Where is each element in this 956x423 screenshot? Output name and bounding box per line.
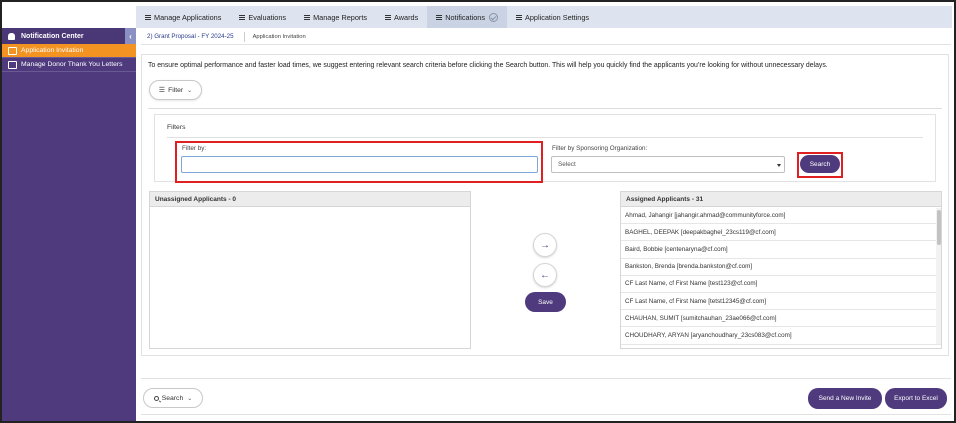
top-nav: Manage Applications Evaluations Manage R…	[136, 6, 952, 28]
divider	[167, 137, 923, 138]
nav-label: Awards	[394, 12, 419, 22]
sidebar-title: Notification Center	[21, 32, 84, 40]
check-circle-icon	[488, 12, 498, 22]
menu-icon	[515, 14, 522, 21]
chevron-down-icon: ⌄	[187, 395, 193, 402]
sidebar-item-donor-letters[interactable]: Manage Donor Thank You Letters	[2, 58, 136, 72]
nav-awards[interactable]: Awards	[376, 6, 427, 28]
unassigned-title: Unassigned Applicants - 0	[150, 192, 470, 207]
menu-icon	[304, 14, 311, 21]
bottom-search-button[interactable]: Search ⌄	[143, 388, 203, 408]
sidebar-header: Notification Center ‹	[2, 28, 136, 44]
list-item[interactable]: Bankston, Brenda [brenda.bankston@cf.com…	[621, 259, 941, 276]
org-filter-label: Filter by Sponsoring Organization:	[552, 145, 648, 152]
unassigned-panel: Unassigned Applicants - 0	[149, 191, 471, 349]
nav-label: Notifications	[445, 12, 485, 22]
sidebar: Notification Center ‹ Application Invita…	[2, 28, 136, 421]
nav-manage-reports[interactable]: Manage Reports	[295, 6, 376, 28]
list-item[interactable]: BAGHEL, DEEPAK [deepakbaghel_23cs119@cf.…	[621, 224, 941, 242]
search-icon	[153, 395, 159, 401]
assigned-title: Assigned Applicants - 31	[621, 192, 941, 207]
list-item[interactable]: CF Last Name, cf First Name [tetst12345@…	[621, 293, 941, 311]
sidebar-item-application-invitation[interactable]: Application Invitation	[2, 44, 136, 58]
filters-title: Filters	[167, 124, 186, 131]
nav-label: Application Settings	[524, 12, 590, 22]
list-item[interactable]: CHOUDHARY, ARYAN [aryanchoudhary_23cs083…	[621, 327, 941, 345]
nav-manage-applications[interactable]: Manage Applications	[136, 6, 230, 28]
send-new-invite-button[interactable]: Send a New Invite	[808, 388, 882, 409]
list-item[interactable]: Ahmad, Jahangir [jahangir.ahmad@communit…	[621, 207, 941, 225]
nav-application-settings[interactable]: Application Settings	[507, 6, 598, 28]
nav-label: Evaluations	[248, 12, 287, 22]
breadcrumb-divider	[243, 31, 245, 42]
org-select-value: Select	[558, 161, 576, 168]
list-item[interactable]: CHAUHAN, SUMIT [sumitchauhan_23ae066@cf.…	[621, 310, 941, 328]
nav-evaluations[interactable]: Evaluations	[230, 6, 295, 28]
list-item[interactable]: Baird, Bobbie [centenaryna@cf.com]	[621, 241, 941, 259]
performance-notice: To ensure optimal performance and faster…	[148, 62, 828, 69]
divider	[141, 378, 951, 379]
chevron-down-icon: ⌄	[187, 87, 193, 94]
assigned-panel: Assigned Applicants - 31 Ahmad, Jahangir…	[620, 191, 942, 349]
filter-by-label: Filter by:	[182, 145, 207, 152]
filter-toggle-button[interactable]: ☰ Filter ⌄	[149, 80, 202, 100]
assign-arrow-button[interactable]: →	[533, 233, 557, 257]
org-select[interactable]: Select	[551, 156, 785, 173]
filter-icon: ☰	[158, 87, 166, 94]
list-item[interactable]: CF Last Name, cf First Name [test123@cf.…	[621, 276, 941, 293]
divider	[141, 414, 951, 415]
sidebar-item-label: Manage Donor Thank You Letters	[21, 61, 123, 68]
breadcrumb: 2) Grant Proposal - FY 2024-25 Applicati…	[141, 29, 951, 45]
search-button[interactable]: Search	[800, 155, 840, 173]
nav-label: Manage Applications	[154, 12, 222, 22]
save-button[interactable]: Save	[525, 292, 566, 312]
bottom-search-label: Search	[161, 394, 184, 402]
breadcrumb-page: Application Invitation	[252, 33, 306, 40]
menu-icon	[145, 14, 151, 21]
filter-toggle-label: Filter	[168, 86, 184, 94]
menu-icon	[239, 14, 246, 21]
export-excel-button[interactable]: Export to Excel	[885, 388, 947, 409]
invitation-icon	[8, 46, 17, 55]
nav-notifications[interactable]: Notifications	[427, 6, 507, 28]
sidebar-item-label: Application Invitation	[21, 47, 84, 54]
breadcrumb-program[interactable]: 2) Grant Proposal - FY 2024-25	[147, 33, 234, 40]
divider	[148, 108, 942, 109]
unassign-arrow-button[interactable]: ←	[533, 263, 557, 287]
filter-by-input[interactable]	[181, 156, 538, 173]
collapse-sidebar-icon[interactable]: ‹	[125, 28, 136, 44]
nav-label: Manage Reports	[313, 12, 368, 22]
envelope-icon	[8, 60, 17, 69]
menu-icon	[436, 14, 443, 21]
bell-icon	[8, 32, 15, 40]
menu-icon	[385, 14, 392, 21]
scrollbar-thumb[interactable]	[937, 210, 941, 245]
caret-down-icon	[777, 164, 781, 167]
